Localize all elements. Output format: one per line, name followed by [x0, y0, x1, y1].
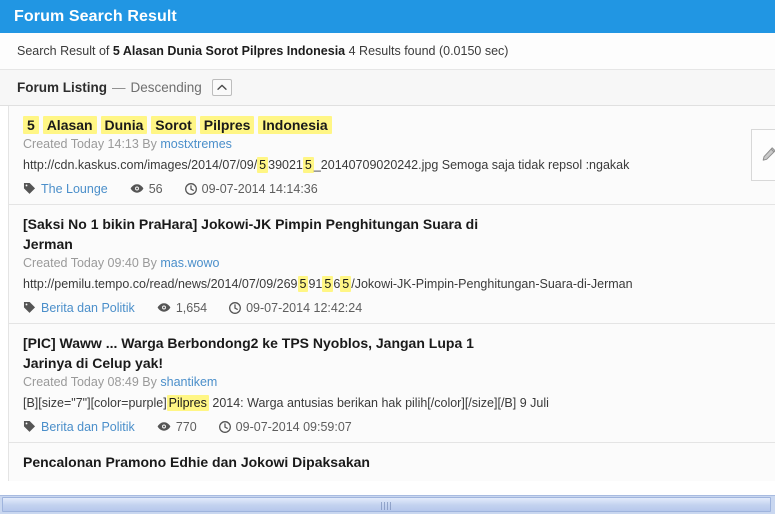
pencil-icon[interactable] — [761, 146, 775, 165]
tag-icon — [23, 301, 36, 314]
result-timestamp: 09-07-2014 09:59:07 — [235, 419, 352, 434]
result-title[interactable]: [Saksi No 1 bikin PraHara] Jokowi-JK Pim… — [23, 214, 493, 255]
result-timestamp-group: 09-07-2014 12:42:24 — [229, 301, 362, 315]
search-term-highlight: Indonesia — [258, 116, 332, 134]
search-term-highlight: 5 — [257, 157, 269, 174]
clock-icon — [229, 301, 242, 314]
summary-prefix: Search Result of — [17, 44, 110, 58]
summary-query: 5 Alasan Dunia Sorot Pilpres Indonesia — [112, 44, 346, 58]
eye-icon — [130, 183, 144, 194]
result-view-count-group: 1,654 — [157, 301, 207, 315]
search-result-item[interactable]: 5 Alasan Dunia Sorot Pilpres Indonesia Cr… — [9, 106, 775, 205]
edit-result-box[interactable] — [751, 129, 775, 181]
result-title[interactable]: [PIC] Waww ... Warga Berbondong2 ke TPS … — [23, 333, 493, 374]
result-snippet: http://cdn.kaskus.com/images/2014/07/09/… — [23, 157, 630, 174]
search-term-highlight: 5 — [23, 116, 39, 134]
tag-icon — [23, 182, 36, 195]
summary-suffix: 4 Results found (0.0150 sec) — [348, 44, 509, 58]
search-term-highlight: 5 — [297, 276, 309, 293]
search-term-highlight: Sorot — [151, 116, 196, 134]
search-term-highlight: 5 — [302, 157, 314, 174]
search-summary: Search Result of 5 Alasan Dunia Sorot Pi… — [0, 33, 775, 70]
result-view-count: 1,654 — [175, 300, 208, 315]
search-result-item[interactable]: [PIC] Waww ... Warga Berbondong2 ke TPS … — [9, 323, 775, 443]
tag-icon — [23, 420, 36, 433]
result-forum-link[interactable]: Berita dan Politik — [41, 420, 135, 434]
result-view-count: 770 — [175, 419, 197, 434]
result-timestamp: 09-07-2014 12:42:24 — [246, 300, 363, 315]
result-view-count: 56 — [148, 181, 163, 196]
result-snippet: http://pemilu.tempo.co/read/news/2014/07… — [23, 276, 633, 293]
result-meta-row: Berita dan Politik 770 09-07-2014 09:59:07 — [23, 420, 775, 434]
result-forum-link[interactable]: The Lounge — [41, 182, 108, 196]
result-created-line: Created Today 14:13 By mostxtremes — [23, 137, 232, 152]
result-timestamp: 09-07-2014 14:14:36 — [201, 181, 318, 196]
search-result-item[interactable]: [Saksi No 1 bikin PraHara] Jokowi-JK Pim… — [9, 204, 775, 324]
forum-listing-dash: — — [112, 80, 126, 95]
result-forum-link-group[interactable]: The Lounge — [23, 182, 108, 196]
forum-listing-label: Forum Listing — [17, 80, 107, 95]
window-titlebar: Forum Search Result — [0, 0, 775, 33]
result-created-line: Created Today 09:40 By mas.wowo — [23, 256, 220, 271]
page-body: Search Result of 5 Alasan Dunia Sorot Pi… — [0, 33, 775, 495]
result-forum-link-group[interactable]: Berita dan Politik — [23, 420, 135, 434]
result-view-count-group: 770 — [157, 420, 197, 434]
result-view-count-group: 56 — [130, 182, 163, 196]
sort-order-label: Descending — [130, 80, 202, 95]
search-term-highlight: Alasan — [42, 116, 97, 134]
horizontal-scrollbar[interactable] — [0, 495, 775, 514]
search-term-highlight: Pilpres — [166, 395, 209, 412]
result-created-line: Created Today 08:49 By shantikem — [23, 375, 218, 390]
result-author-link[interactable]: shantikem — [160, 375, 217, 389]
eye-icon — [157, 421, 171, 432]
search-term-highlight: 5 — [322, 276, 334, 293]
result-timestamp-group: 09-07-2014 09:59:07 — [218, 419, 352, 434]
clock-icon — [184, 182, 197, 195]
chevron-up-icon[interactable] — [211, 79, 232, 96]
result-title[interactable]: Pencalonan Pramono Edhie dan Jokowi Dipa… — [23, 452, 775, 472]
search-results-list: 5 Alasan Dunia Sorot Pilpres Indonesia Cr… — [8, 106, 775, 482]
result-author-link[interactable]: mostxtremes — [160, 137, 232, 151]
result-meta-row: Berita dan Politik 1,654 09-07-2014 12:42:… — [23, 301, 775, 315]
result-forum-link-group[interactable]: Berita dan Politik — [23, 301, 135, 315]
page-title: Forum Search Result — [14, 7, 177, 25]
result-title[interactable]: 5 Alasan Dunia Sorot Pilpres Indonesia — [23, 115, 775, 135]
result-author-link[interactable]: mas.wowo — [160, 256, 219, 270]
result-forum-link[interactable]: Berita dan Politik — [41, 301, 135, 315]
clock-icon — [218, 421, 231, 433]
eye-icon — [157, 302, 171, 313]
result-meta-row: The Lounge 56 09-07-2014 14:14:36 — [23, 182, 775, 196]
horizontal-scrollbar-thumb[interactable] — [2, 497, 771, 512]
result-timestamp-group: 09-07-2014 14:14:36 — [184, 181, 318, 196]
search-term-highlight: Dunia — [100, 116, 148, 134]
search-term-highlight: Pilpres — [199, 116, 255, 134]
search-result-item[interactable]: Pencalonan Pramono Edhie dan Jokowi Dipa… — [9, 442, 775, 482]
search-term-highlight: 5 — [340, 276, 352, 293]
result-snippet: [B][size="7"][color=purple] Pilpres 2014:… — [23, 395, 549, 412]
scrollbar-grip-icon — [380, 502, 393, 510]
forum-listing-header: Forum Listing — Descending — [0, 70, 775, 106]
